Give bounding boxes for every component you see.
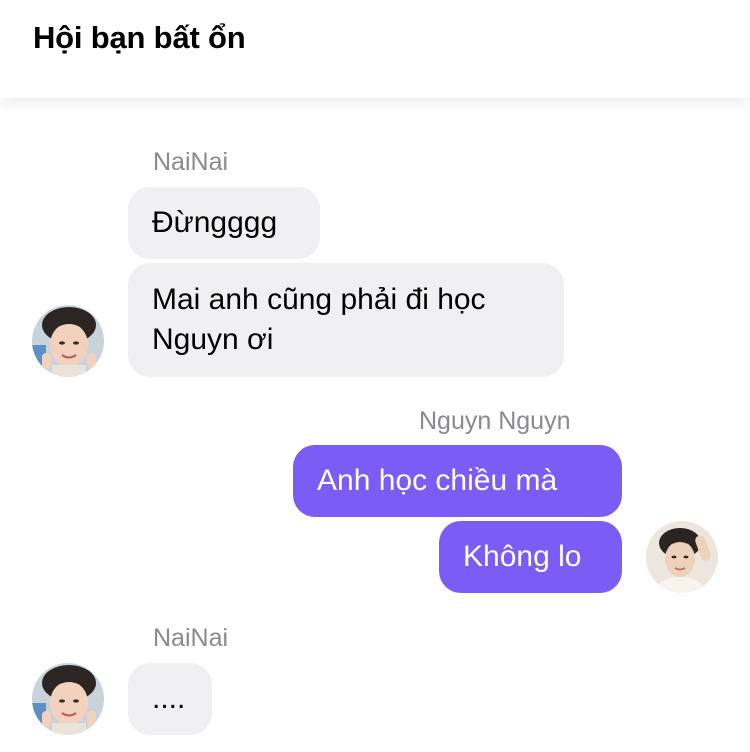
message-text-line: Mai anh cũng phải đi học bbox=[152, 283, 486, 316]
chat-title[interactable]: Hội bạn bất ổn bbox=[33, 20, 246, 56]
chat-header: Hội bạn bất ổn bbox=[0, 0, 750, 98]
message-bubble-outgoing[interactable]: Không lo bbox=[439, 521, 622, 593]
sender-name-nainai: NaiNai bbox=[153, 148, 229, 176]
sender-name-nguyn: Nguyn Nguyn bbox=[419, 407, 571, 435]
avatar-photo-icon bbox=[32, 663, 104, 735]
avatar-photo-icon bbox=[646, 521, 718, 593]
message-bubble-incoming[interactable]: .... bbox=[128, 663, 212, 735]
message-bubble-incoming[interactable]: Mai anh cũng phải đi học Nguyn ơi bbox=[128, 263, 564, 377]
message-text-line: Nguyn ơi bbox=[152, 323, 274, 356]
sender-avatar-nainai[interactable] bbox=[32, 663, 104, 735]
avatar-photo-icon bbox=[32, 305, 104, 377]
sender-avatar-nainai[interactable] bbox=[32, 305, 104, 377]
message-bubble-incoming[interactable]: Đừngggg bbox=[128, 187, 320, 259]
message-list[interactable] bbox=[0, 98, 750, 752]
message-bubble-outgoing[interactable]: Anh học chiều mà bbox=[293, 445, 622, 517]
sender-name-nainai: NaiNai bbox=[153, 624, 229, 652]
sender-avatar-nguyn[interactable] bbox=[646, 521, 718, 593]
